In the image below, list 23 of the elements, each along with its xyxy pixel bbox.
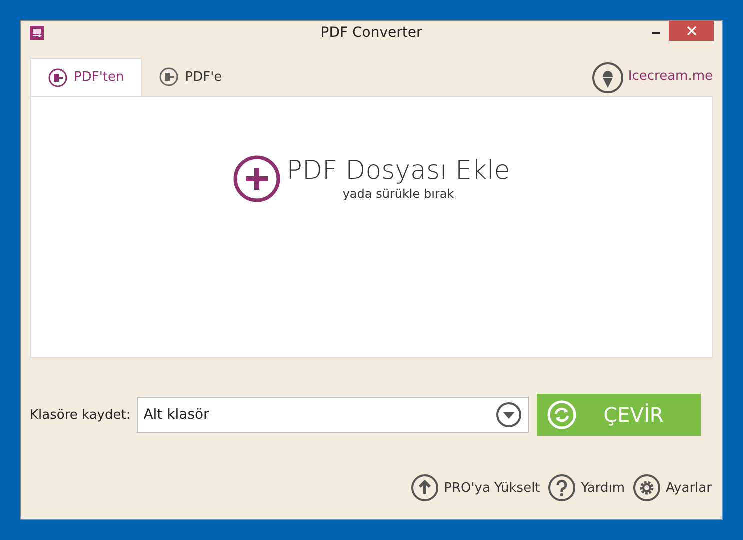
help-icon: [548, 474, 576, 502]
drag-drop-hint: yada sürükle bırak: [342, 187, 454, 201]
tab[interactable]: PDF'e: [142, 58, 240, 96]
upgrade-button[interactable]: PRO'ya Yükselt: [411, 474, 540, 502]
settings-button[interactable]: Ayarlar: [633, 474, 712, 502]
add-pdf-label[interactable]: PDF Dosyası Ekle: [286, 155, 510, 187]
caret-icon: [496, 402, 522, 428]
folder-dropdown[interactable]: Alt klasör: [136, 397, 529, 433]
close-button[interactable]: [669, 21, 714, 41]
close-icon: [686, 26, 696, 36]
help-button[interactable]: Yardım: [548, 474, 626, 502]
window-title: PDF Converter: [320, 25, 424, 41]
settings-icon: [633, 474, 662, 502]
import-file-icon: [159, 67, 180, 87]
save-folder-label: Klasöre kaydet:: [30, 408, 131, 422]
drop-area[interactable]: PDF Dosyası Ekle yada sürükle bırak: [30, 96, 713, 358]
ice-cream-icon: [592, 62, 624, 94]
refresh-icon: [546, 400, 577, 430]
add-circle-icon: [232, 155, 281, 203]
app-logo-icon: [30, 26, 44, 40]
export-file-icon: [48, 68, 68, 88]
icecream-link[interactable]: Icecream.me: [628, 69, 713, 84]
tab[interactable]: PDF'ten: [30, 58, 142, 96]
